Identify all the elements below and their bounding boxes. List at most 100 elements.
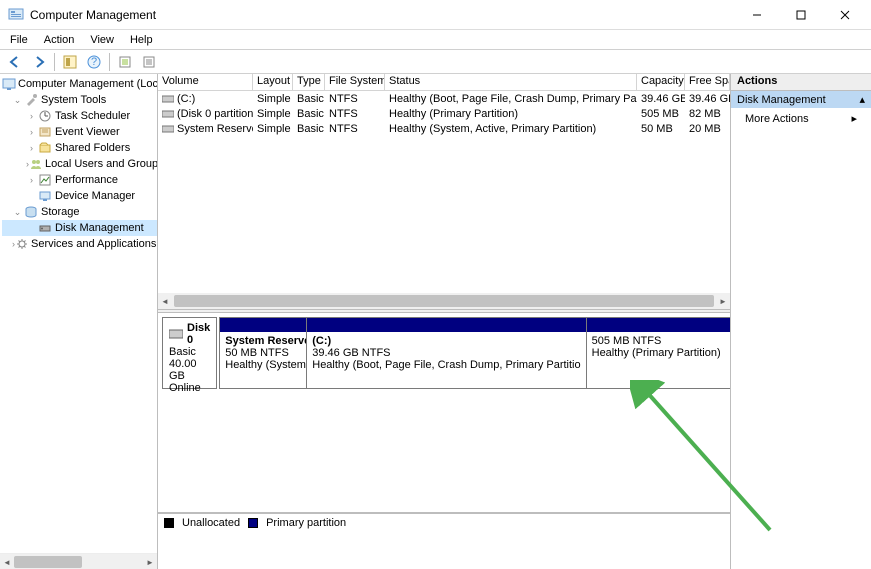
col-free-space[interactable]: Free Spac <box>685 74 730 90</box>
disk-type: Basic <box>169 346 210 358</box>
legend: Unallocated Primary partition <box>158 513 730 531</box>
menu-file[interactable]: File <box>2 32 36 48</box>
storage-icon <box>23 204 39 220</box>
tree-label: Device Manager <box>55 190 135 202</box>
disk-label-box[interactable]: Disk 0 Basic 40.00 GB Online <box>162 317 217 389</box>
partition-box[interactable]: System Reserved 50 MB NTFS Healthy (Syst… <box>219 317 307 389</box>
window-controls <box>735 1 867 29</box>
users-icon <box>29 156 43 172</box>
disk-state: Online <box>169 382 210 394</box>
computer-management-icon <box>2 76 16 92</box>
clock-icon <box>37 108 53 124</box>
help-button[interactable]: ? <box>83 51 105 73</box>
volume-row[interactable]: System Reserved Simple Basic NTFS Health… <box>158 121 730 136</box>
expander-icon[interactable]: › <box>26 175 37 186</box>
tree-label: Computer Management (Local <box>18 78 157 90</box>
nav-forward-button[interactable] <box>28 51 50 73</box>
col-type[interactable]: Type <box>293 74 325 90</box>
partition-status: Healthy (Boot, Page File, Crash Dump, Pr… <box>312 359 580 371</box>
expander-icon[interactable]: ⌄ <box>12 207 23 218</box>
tree-local-users[interactable]: › Local Users and Groups <box>2 156 157 172</box>
volume-name: (Disk 0 partition 3) <box>177 108 253 120</box>
volume-type: Basic <box>293 93 325 105</box>
maximize-button[interactable] <box>779 1 823 29</box>
tree-label: Event Viewer <box>55 126 120 138</box>
toolbar: ? <box>0 50 871 74</box>
scrollbar-thumb[interactable] <box>174 295 714 307</box>
volume-layout: Simple <box>253 123 293 135</box>
col-layout[interactable]: Layout <box>253 74 293 90</box>
tree-label: Local Users and Groups <box>45 158 157 170</box>
volume-free: 20 MB <box>685 123 730 135</box>
tree-performance[interactable]: › Performance <box>2 172 157 188</box>
tree-disk-management[interactable]: Disk Management <box>2 220 157 236</box>
scroll-left-icon[interactable]: ◄ <box>158 293 172 309</box>
expander-icon[interactable]: ⌄ <box>12 95 23 106</box>
scroll-left-icon[interactable]: ◄ <box>0 554 14 569</box>
partition-size: 505 MB NTFS <box>592 335 730 347</box>
tree-label: Task Scheduler <box>55 110 130 122</box>
volume-list[interactable]: (C:) Simple Basic NTFS Healthy (Boot, Pa… <box>158 91 730 309</box>
console-tree[interactable]: Computer Management (Local ⌄ System Tool… <box>0 74 157 553</box>
workspace: Computer Management (Local ⌄ System Tool… <box>0 74 871 569</box>
tree-root[interactable]: Computer Management (Local <box>2 76 157 92</box>
menu-action[interactable]: Action <box>36 32 83 48</box>
tree-event-viewer[interactable]: › Event Viewer <box>2 124 157 140</box>
partition-stripe <box>220 318 306 332</box>
disk-row[interactable]: Disk 0 Basic 40.00 GB Online System Rese… <box>162 317 726 389</box>
scroll-right-icon[interactable]: ► <box>143 554 157 569</box>
properties-button[interactable] <box>138 51 160 73</box>
col-volume[interactable]: Volume <box>158 74 253 90</box>
legend-label: Unallocated <box>182 517 240 529</box>
col-capacity[interactable]: Capacity <box>637 74 685 90</box>
close-button[interactable] <box>823 1 867 29</box>
scroll-right-icon[interactable]: ► <box>716 293 730 309</box>
tools-icon <box>23 92 39 108</box>
disk-graphical-view: Disk 0 Basic 40.00 GB Online System Rese… <box>158 313 730 513</box>
tree-storage[interactable]: ⌄ Storage <box>2 204 157 220</box>
tree-services-apps[interactable]: › Services and Applications <box>2 236 157 252</box>
partition-name: System Reserved <box>225 335 301 347</box>
tree-shared-folders[interactable]: › Shared Folders <box>2 140 157 156</box>
expander-icon[interactable]: › <box>26 127 37 138</box>
menu-view[interactable]: View <box>82 32 122 48</box>
volume-type: Basic <box>293 108 325 120</box>
legend-swatch-primary <box>248 518 258 528</box>
scrollbar-thumb[interactable] <box>14 556 82 568</box>
partition-name: (C:) <box>312 335 580 347</box>
nav-back-button[interactable] <box>4 51 26 73</box>
actions-more[interactable]: More Actions ▸ <box>731 108 871 129</box>
volume-row[interactable]: (Disk 0 partition 3) Simple Basic NTFS H… <box>158 106 730 121</box>
tree-label: Storage <box>41 206 80 218</box>
expander-icon[interactable]: › <box>26 143 37 154</box>
legend-swatch-unallocated <box>164 518 174 528</box>
submenu-icon: ▸ <box>851 112 857 125</box>
tree-system-tools[interactable]: ⌄ System Tools <box>2 92 157 108</box>
tree-task-scheduler[interactable]: › Task Scheduler <box>2 108 157 124</box>
col-status[interactable]: Status <box>385 74 637 90</box>
minimize-button[interactable] <box>735 1 779 29</box>
window-title: Computer Management <box>30 8 735 22</box>
disk-header: Disk 0 <box>169 322 210 346</box>
volume-row[interactable]: (C:) Simple Basic NTFS Healthy (Boot, Pa… <box>158 91 730 106</box>
actions-section[interactable]: Disk Management ▴ <box>731 91 871 108</box>
menu-help[interactable]: Help <box>122 32 161 48</box>
partition-box[interactable]: (C:) 39.46 GB NTFS Healthy (Boot, Page F… <box>307 317 586 389</box>
volume-horizontal-scrollbar[interactable]: ◄ ► <box>158 293 730 309</box>
expander-icon[interactable]: › <box>26 111 37 122</box>
performance-icon <box>37 172 53 188</box>
col-filesystem[interactable]: File System <box>325 74 385 90</box>
show-hide-tree-button[interactable] <box>59 51 81 73</box>
partition-box[interactable]: 505 MB NTFS Healthy (Primary Partition) <box>587 317 730 389</box>
device-manager-icon <box>37 188 53 204</box>
event-viewer-icon <box>37 124 53 140</box>
tree-horizontal-scrollbar[interactable]: ◄ ► <box>0 553 157 569</box>
tree-device-manager[interactable]: Device Manager <box>2 188 157 204</box>
volume-free: 39.46 GB <box>685 93 730 105</box>
volume-name: System Reserved <box>177 123 253 135</box>
volume-list-header: Volume Layout Type File System Status Ca… <box>158 74 730 91</box>
disk-partitions: System Reserved 50 MB NTFS Healthy (Syst… <box>217 317 730 389</box>
refresh-button[interactable] <box>114 51 136 73</box>
tree-label: Performance <box>55 174 118 186</box>
volume-layout: Simple <box>253 93 293 105</box>
